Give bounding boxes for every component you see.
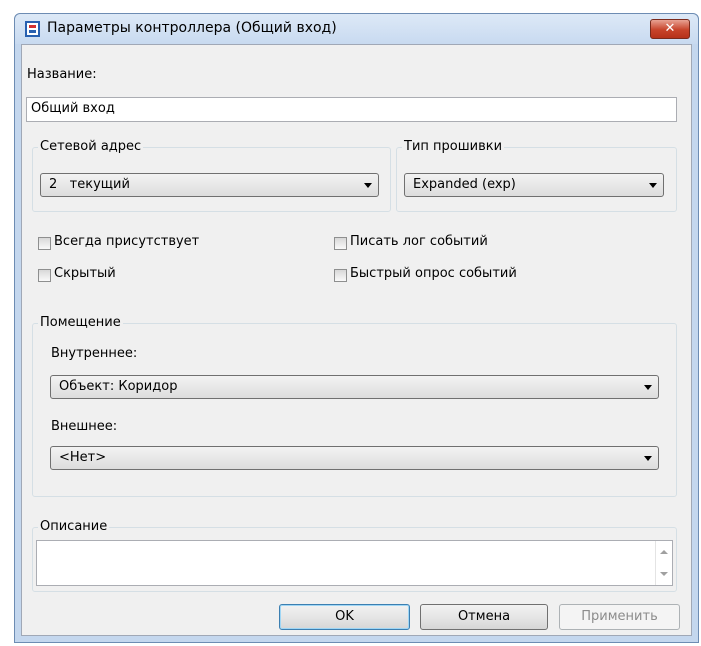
fast-poll-label[interactable]: Быстрый опрос событий <box>350 266 517 281</box>
firmware-group-title: Тип прошивки <box>402 139 505 154</box>
firmware-value: Expanded (exp) <box>413 177 516 192</box>
name-input[interactable]: Общий вход <box>26 97 677 122</box>
network-address-value: 2 текущий <box>49 177 130 192</box>
inner-room-value: Объект: Коридор <box>59 379 178 394</box>
firmware-select[interactable]: Expanded (exp) <box>404 173 664 197</box>
inner-room-label: Внутреннее: <box>51 346 138 361</box>
chevron-down-icon <box>364 183 372 188</box>
write-log-label[interactable]: Писать лог событий <box>350 234 488 249</box>
outer-room-value: <Нет> <box>59 450 107 465</box>
ok-button[interactable]: OK <box>279 604 410 630</box>
scroll-down-icon[interactable] <box>660 572 668 576</box>
cancel-button[interactable]: Отмена <box>420 604 548 630</box>
inner-room-select[interactable]: Объект: Коридор <box>50 375 659 399</box>
network-address-group-title: Сетевой адрес <box>38 139 144 154</box>
outer-room-label: Внешнее: <box>51 419 118 434</box>
window-title: Параметры контроллера (Общий вход) <box>47 20 337 36</box>
app-icon <box>25 21 40 37</box>
fast-poll-checkbox[interactable] <box>334 269 347 282</box>
description-scrollbar[interactable] <box>655 541 672 585</box>
room-group-title: Помещение <box>38 315 123 330</box>
chevron-down-icon <box>649 183 657 188</box>
description-group-title: Описание <box>38 519 110 534</box>
hidden-checkbox[interactable] <box>38 269 51 282</box>
title-bar[interactable]: Параметры контроллера (Общий вход) ✕ <box>15 14 698 44</box>
network-address-select[interactable]: 2 текущий <box>40 173 379 197</box>
dialog-window: Параметры контроллера (Общий вход) ✕ Наз… <box>14 13 699 643</box>
hidden-label[interactable]: Скрытый <box>54 266 116 281</box>
network-address-group: Сетевой адрес 2 текущий <box>32 139 391 212</box>
close-icon: ✕ <box>664 21 676 36</box>
description-group: Описание <box>32 519 677 592</box>
close-button[interactable]: ✕ <box>650 19 690 39</box>
name-label: Название: <box>27 67 97 82</box>
dialog-body: Название: Общий вход Сетевой адрес 2 тек… <box>21 44 692 636</box>
description-textarea[interactable] <box>36 540 673 586</box>
room-group: Помещение Внутреннее: Объект: Коридор Вн… <box>32 315 677 497</box>
firmware-group: Тип прошивки Expanded (exp) <box>396 139 677 212</box>
outer-room-select[interactable]: <Нет> <box>50 446 659 470</box>
chevron-down-icon <box>644 456 652 461</box>
write-log-checkbox[interactable] <box>334 237 347 250</box>
apply-button[interactable]: Применить <box>559 604 680 630</box>
always-present-label[interactable]: Всегда присутствует <box>54 234 199 249</box>
scroll-up-icon[interactable] <box>660 550 668 554</box>
always-present-checkbox[interactable] <box>38 237 51 250</box>
chevron-down-icon <box>644 385 652 390</box>
